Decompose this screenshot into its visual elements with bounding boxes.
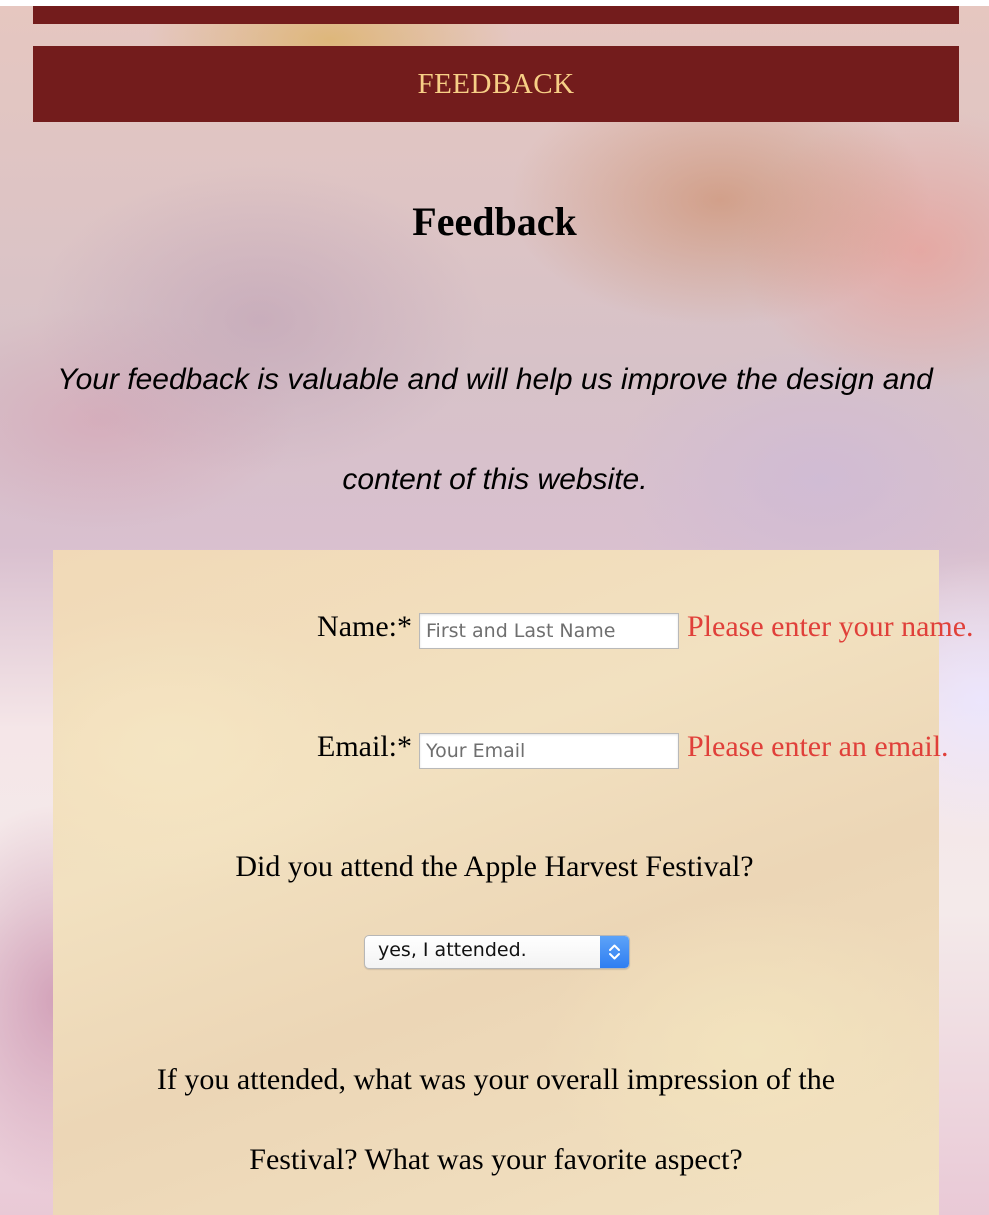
- attended-select[interactable]: yes, I attended.: [364, 935, 630, 969]
- impression-question: If you attended, what was your overall i…: [156, 1063, 836, 1176]
- attended-question: Did you attend the Apple Harvest Festiva…: [235, 850, 754, 883]
- email-label: Email:*: [317, 730, 412, 763]
- header-bar: [33, 6, 959, 24]
- nav-bar: FEEDBACK: [33, 46, 959, 122]
- nav-link-feedback[interactable]: FEEDBACK: [417, 68, 574, 101]
- intro-text: Your feedback is valuable and will help …: [57, 363, 933, 496]
- name-error-message: Please enter your name.: [687, 610, 974, 643]
- name-input[interactable]: [419, 613, 679, 649]
- email-error-message: Please enter an email.: [687, 730, 949, 763]
- attended-select-value: yes, I attended.: [378, 939, 527, 961]
- name-label: Name:*: [317, 610, 412, 643]
- page-title: Feedback: [412, 199, 577, 244]
- email-input[interactable]: [419, 733, 679, 769]
- chevron-up-down-icon: [600, 936, 629, 968]
